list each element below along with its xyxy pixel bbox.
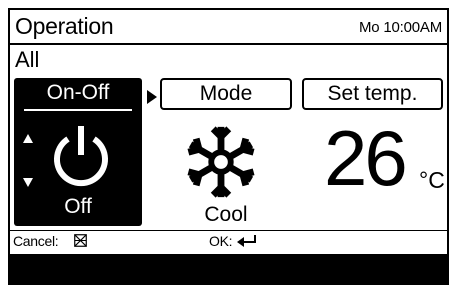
arrow-up-icon — [23, 134, 33, 143]
group-name: All — [15, 47, 40, 72]
set-temp-button[interactable]: Set temp. — [302, 78, 443, 110]
snowflake-icon — [187, 126, 255, 198]
selector-arrow-icon — [147, 90, 157, 104]
footer-divider — [10, 230, 447, 231]
onoff-status: Off — [64, 195, 92, 218]
controller-screen: Operation Mo 10:00AM All On-Off Off Mode… — [8, 8, 449, 285]
clock-display: Mo 10:00AM — [358, 19, 442, 36]
mode-button[interactable]: Mode — [160, 78, 292, 110]
page-title: Operation — [15, 13, 114, 39]
onoff-label: On-Off — [46, 81, 110, 104]
mode-status: Cool — [204, 203, 248, 226]
cancel-x-icon — [74, 234, 87, 247]
cancel-label: Cancel: — [13, 233, 59, 249]
temperature-unit: °C — [419, 167, 445, 193]
enter-icon — [237, 235, 256, 247]
ok-label: OK: — [209, 233, 233, 249]
onoff-panel[interactable]: On-Off Off — [14, 78, 142, 226]
temperature-value: 26 — [324, 114, 408, 202]
onoff-label-underline — [24, 109, 132, 111]
message-bar — [10, 254, 447, 283]
header-divider — [10, 43, 447, 45]
power-icon — [54, 126, 108, 187]
arrow-down-icon — [23, 178, 33, 187]
